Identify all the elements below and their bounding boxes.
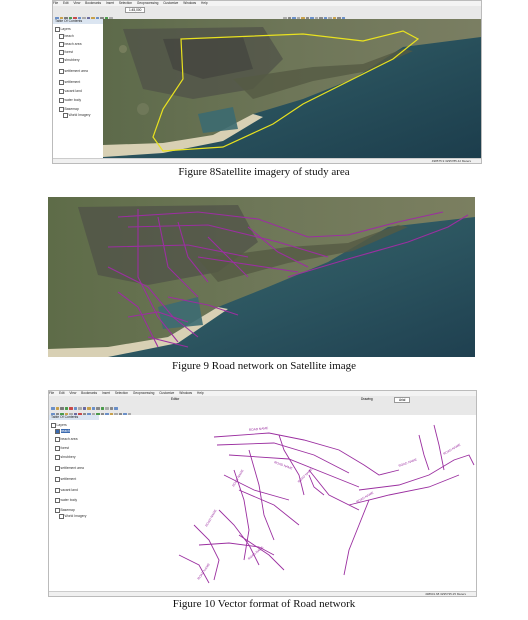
menu-bookmarks[interactable]: Bookmarks	[81, 391, 97, 395]
satellite-imagery-map	[103, 19, 481, 158]
toolbar-icons-right[interactable]	[283, 7, 346, 20]
figure10-statusbar: 498601.68 3295735.25 Meters	[49, 591, 476, 596]
figure10-toolbar: Editor Drawing Arial	[49, 396, 476, 422]
toc-layer-basemap[interactable]: Basemap	[59, 107, 79, 112]
menu-geoprocessing[interactable]: Geoprocessing	[133, 391, 154, 395]
font-dropdown[interactable]: Arial	[394, 397, 411, 403]
toc-layer-shrubbery[interactable]: shrubbery	[59, 58, 80, 63]
toc-layer-beach-area[interactable]: beach area	[59, 42, 81, 47]
menu-insert[interactable]: Insert	[106, 1, 114, 5]
figure9-caption: Figure 9 Road network on Satellite image	[172, 360, 356, 372]
toolbar-icons-row2[interactable]	[55, 13, 127, 26]
toc-layer-settlement-area[interactable]: settlement area	[55, 466, 84, 471]
figure9-road-network-image	[48, 197, 475, 357]
toc-layer-vacant-land[interactable]: vacant land	[55, 488, 78, 493]
menu-file[interactable]: File	[53, 1, 58, 5]
figure8-toolbar: 1:45,000	[53, 6, 481, 26]
road-label: ROAD NAME	[204, 509, 217, 528]
menu-customize[interactable]: Customize	[163, 1, 178, 5]
toc-layers[interactable]: Layers	[51, 423, 67, 428]
vector-road-lines	[178, 424, 475, 584]
toc-title: Table Of Contents	[53, 19, 103, 24]
toc-layer-shrubbery[interactable]: shrubbery	[55, 455, 76, 460]
menu-view[interactable]: View	[69, 391, 76, 395]
road-label: ROAD NAME	[274, 460, 294, 470]
menu-insert[interactable]: Insert	[102, 391, 110, 395]
road-label: ROAD NAME	[356, 491, 375, 504]
toc-layer-world-imagery[interactable]: World Imagery	[59, 514, 86, 519]
toc-layer-beach[interactable]: beach	[59, 34, 74, 39]
editor-dropdown[interactable]: Editor	[171, 397, 179, 401]
menu-selection[interactable]: Selection	[119, 1, 132, 5]
figure8-arcmap-window: File Edit View Bookmarks Insert Selectio…	[52, 0, 482, 164]
road-name-labels: ROAD NAME ROAD NAME ROAD NAME ROAD NAME …	[197, 426, 462, 581]
toc-layer-world-imagery[interactable]: World Imagery	[63, 113, 90, 118]
menu-windows[interactable]: Windows	[179, 391, 192, 395]
toc-layer-settlement-area[interactable]: settlement area	[59, 69, 88, 74]
toc-layer-water-body[interactable]: water body	[59, 98, 81, 103]
figure8-statusbar: 498575.9 3295785.42 Meters	[53, 158, 481, 163]
road-network-on-satellite	[48, 197, 475, 357]
menu-view[interactable]: View	[73, 1, 80, 5]
toc-layer-beach-area[interactable]: beach area	[55, 437, 77, 442]
figure8-table-of-contents: Table Of Contents Layers beach beach are…	[53, 19, 104, 158]
menu-customize[interactable]: Customize	[159, 391, 174, 395]
toc-layer-forest[interactable]: forest	[59, 50, 73, 55]
toc-layer-basemap[interactable]: Basemap	[55, 508, 75, 513]
menu-edit[interactable]: Edit	[59, 391, 65, 395]
road-label: ROAD NAME	[398, 458, 418, 468]
toolbar-icons-row3[interactable]	[51, 409, 105, 422]
toc-layer-settlement[interactable]: settlement	[55, 477, 76, 482]
toc-layer-beach[interactable]: beach	[55, 429, 70, 434]
menu-file[interactable]: File	[49, 391, 54, 395]
menu-edit[interactable]: Edit	[63, 1, 69, 5]
figure10-table-of-contents: Table Of Contents Layers beach beach are…	[49, 415, 100, 591]
menu-geoprocessing[interactable]: Geoprocessing	[137, 1, 158, 5]
toc-layer-settlement[interactable]: settlement	[59, 80, 80, 85]
figure10-map-view[interactable]: ROAD NAME ROAD NAME ROAD NAME ROAD NAME …	[99, 415, 476, 591]
figure10-caption: Figure 10 Vector format of Road network	[172, 598, 356, 610]
toc-layers[interactable]: Layers	[55, 27, 71, 32]
menu-selection[interactable]: Selection	[115, 391, 128, 395]
figure8-caption: Figure 8Satellite imagery of study area	[178, 166, 350, 178]
toc-layer-vacant-land[interactable]: vacant land	[59, 89, 82, 94]
road-label: ROAD NAME	[249, 426, 269, 432]
toolbar-icons-row2[interactable]	[51, 403, 132, 416]
toolbar-icons-row1[interactable]	[55, 7, 114, 20]
figure10-arcmap-window: File Edit View Bookmarks Insert Selectio…	[48, 390, 477, 597]
road-label: ROAD NAME	[443, 443, 462, 456]
figure8-map-view[interactable]	[103, 19, 481, 158]
toc-layer-water-body[interactable]: water body	[55, 498, 77, 503]
scale-box[interactable]: 1:45,000	[125, 7, 146, 13]
toc-layer-forest[interactable]: forest	[55, 446, 69, 451]
toolbar-icons-row1[interactable]	[51, 397, 119, 410]
drawing-dropdown[interactable]: Drawing	[361, 397, 373, 401]
menu-help[interactable]: Help	[201, 1, 208, 5]
toc-title: Table Of Contents	[49, 415, 99, 420]
menu-windows[interactable]: Windows	[183, 1, 196, 5]
road-network-vector-map: ROAD NAME ROAD NAME ROAD NAME ROAD NAME …	[178, 424, 475, 584]
menu-bookmarks[interactable]: Bookmarks	[85, 1, 101, 5]
menu-help[interactable]: Help	[197, 391, 204, 395]
